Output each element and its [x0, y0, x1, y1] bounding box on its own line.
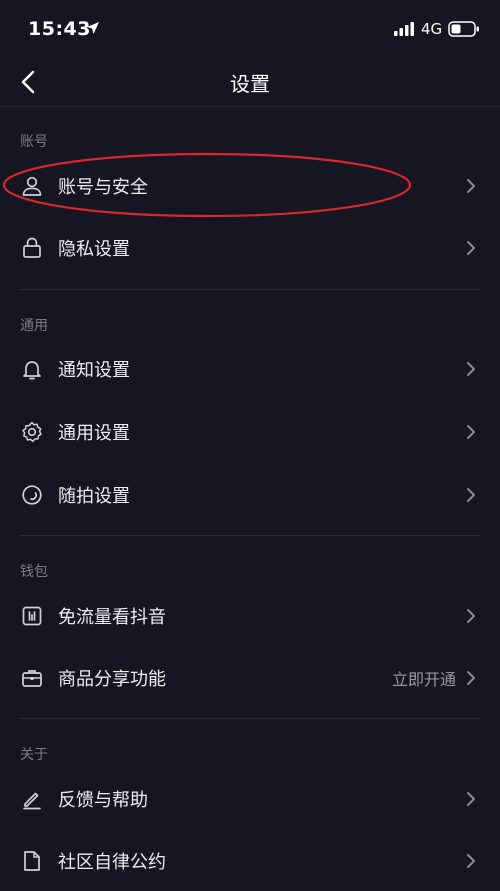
settings-item-general[interactable]: 通用设置 — [0, 402, 500, 462]
section-label-account: 账号 — [20, 134, 48, 150]
settings-item-label: 免流量看抖音 — [58, 607, 166, 628]
settings-item-label: 社区自律公约 — [58, 852, 166, 873]
settings-item-label: 随拍设置 — [58, 486, 130, 507]
settings-item-notifications[interactable]: 通知设置 — [0, 339, 500, 399]
settings-item-feedback[interactable]: 反馈与帮助 — [0, 769, 500, 829]
chevron-right-icon — [467, 362, 475, 376]
status-time: 15:43 — [28, 18, 91, 40]
section-divider — [20, 289, 480, 290]
page-title: 设置 — [230, 72, 270, 96]
signal-icon — [394, 22, 414, 36]
settings-item-label: 反馈与帮助 — [58, 790, 148, 811]
chevron-right-icon — [467, 609, 475, 623]
chevron-right-icon — [467, 488, 475, 502]
lock-icon — [23, 237, 41, 258]
settings-item-commerce[interactable]: 商品分享功能 立即开通 — [0, 648, 500, 708]
settings-item-label: 隐私设置 — [58, 239, 130, 260]
chart-box-icon — [22, 606, 42, 626]
document-icon — [24, 851, 40, 871]
gear-icon — [22, 421, 42, 443]
section-label-wallet: 钱包 — [20, 564, 48, 580]
section-label-general: 通用 — [20, 318, 48, 334]
settings-item-community[interactable]: 社区自律公约 — [0, 831, 500, 891]
settings-item-privacy[interactable]: 隐私设置 — [0, 218, 500, 278]
location-arrow-icon — [87, 22, 99, 34]
settings-item-label: 通知设置 — [58, 360, 130, 381]
settings-item-quick-shot[interactable]: 随拍设置 — [0, 465, 500, 525]
section-label-about: 关于 — [20, 747, 48, 763]
annotation-ellipse — [2, 152, 412, 218]
chevron-right-icon — [467, 792, 475, 806]
battery-icon — [448, 21, 479, 37]
settings-item-data-free[interactable]: 免流量看抖音 — [0, 586, 500, 646]
pencil-icon — [23, 792, 41, 810]
chevron-right-icon — [467, 179, 475, 193]
settings-item-label: 通用设置 — [58, 423, 130, 444]
circle-icon — [22, 485, 42, 505]
activate-now-label[interactable]: 立即开通 — [392, 666, 456, 690]
briefcase-icon — [22, 670, 42, 687]
network-type: 4G — [421, 20, 443, 38]
chevron-right-icon — [467, 671, 475, 685]
bell-icon — [23, 361, 41, 380]
chevron-right-icon — [467, 425, 475, 439]
status-bar: 15:43 4G — [0, 0, 500, 58]
settings-item-label: 商品分享功能 — [58, 669, 166, 690]
section-divider — [20, 718, 480, 719]
nav-bar: 设置 — [0, 58, 500, 107]
chevron-right-icon — [467, 854, 475, 868]
section-divider — [20, 535, 480, 536]
chevron-right-icon — [467, 241, 475, 255]
